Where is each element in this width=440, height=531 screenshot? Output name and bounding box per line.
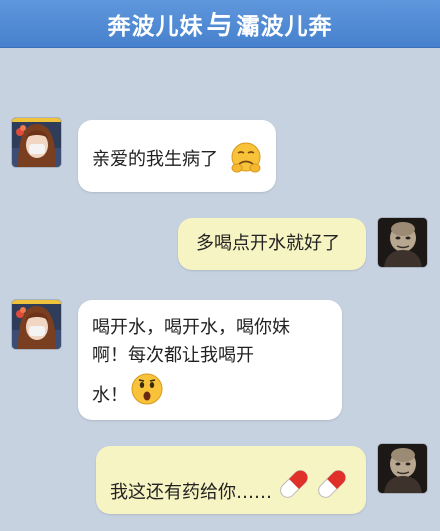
message-text-2: 多喝点开水就好了 bbox=[196, 233, 340, 254]
message-bubble-3[interactable]: 喝开水，喝开水，喝你妹 啊！每次都让我喝开 水！ bbox=[78, 300, 342, 420]
avatar-man-image bbox=[378, 444, 427, 493]
pill-capsules-icon bbox=[280, 470, 346, 498]
avatar-man-image bbox=[378, 218, 427, 267]
message-text-3-line-1: 喝开水，喝开水，喝你妹 bbox=[92, 317, 290, 338]
avatar-girl-image bbox=[12, 300, 61, 349]
message-text-3-line-2: 啊！每次都让我喝开 bbox=[92, 345, 254, 366]
chat-title-connector: 与 bbox=[206, 11, 234, 41]
avatar-man[interactable] bbox=[378, 218, 427, 267]
avatar-girl[interactable] bbox=[12, 118, 61, 167]
message-text-4: 我这还有药给你…… bbox=[110, 482, 272, 503]
avatar-girl[interactable] bbox=[12, 300, 61, 349]
surprised-face-emoji-icon bbox=[131, 373, 163, 405]
chat-title-bar: 奔波儿妹 与 灞波儿奔 bbox=[0, 0, 440, 48]
chat-title-right-name: 灞波儿奔 bbox=[236, 13, 333, 40]
chat-title-left-name: 奔波儿妹 bbox=[107, 13, 204, 40]
message-text-1: 亲爱的我生病了 bbox=[92, 149, 218, 170]
sick-face-emoji-icon bbox=[231, 142, 261, 173]
message-bubble-2[interactable]: 多喝点开水就好了 bbox=[178, 218, 366, 270]
avatar-girl-image bbox=[12, 118, 61, 167]
avatar-man[interactable] bbox=[378, 444, 427, 493]
